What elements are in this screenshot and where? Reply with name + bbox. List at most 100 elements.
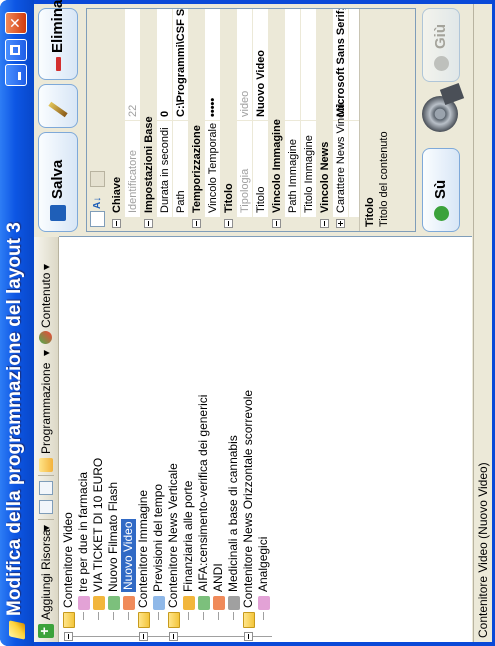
property-value[interactable]: C:\Programmi\CSF Si — [173, 8, 189, 117]
content-menu[interactable]: Contenuto — [38, 273, 54, 328]
content-item-icon — [228, 596, 240, 610]
property-pages-icon[interactable] — [90, 171, 105, 187]
tree-node-label: AIFA:censimento-verifica dei generici — [196, 394, 210, 592]
content-tree[interactable]: Contenitore Video tre per due in farmacia… — [59, 236, 472, 642]
content-item-icon — [183, 596, 195, 610]
alphabetical-view-icon[interactable]: A↓ — [90, 193, 105, 209]
tree-node-label: Previsioni del tempo — [151, 483, 165, 592]
tree-item-node[interactable]: ANDI — [211, 242, 226, 642]
add-icon[interactable] — [38, 624, 54, 638]
collapse-icon[interactable] — [320, 219, 329, 228]
property-category-label: Titolo — [223, 183, 235, 213]
tree-line — [83, 612, 84, 620]
collapse-icon[interactable] — [224, 219, 233, 228]
move-up-button[interactable]: Sù — [422, 148, 460, 232]
property-category[interactable]: Vincolo Immagine — [269, 9, 285, 231]
property-value[interactable]: 22 — [125, 105, 141, 117]
collapse-icon[interactable] — [169, 632, 178, 641]
property-value[interactable]: Microsoft Sans Serif; — [333, 8, 349, 117]
delete-button[interactable]: Elimina — [38, 0, 78, 80]
tree-item-node[interactable]: AIFA:censimento-verifica dei generici — [196, 242, 211, 642]
property-name: Titolo Immagine — [303, 135, 315, 213]
property-row[interactable]: Identificatore 22 — [125, 9, 141, 231]
tree-item-node[interactable]: Nuovo Filmato Flash — [106, 242, 121, 642]
categorized-view-icon[interactable] — [90, 211, 105, 227]
tree-line — [128, 612, 129, 620]
folder-icon — [63, 612, 75, 628]
property-category[interactable]: Vincolo News — [317, 9, 333, 231]
property-category[interactable]: Chiave — [109, 9, 125, 231]
property-row[interactable]: Durata in secondi 0 — [157, 9, 173, 231]
move-down-button[interactable]: Giù — [422, 8, 460, 82]
collapse-icon[interactable] — [244, 632, 253, 641]
maximize-button[interactable] — [5, 39, 27, 61]
property-row[interactable]: Carattere News Vincol Microsoft Sans Seri… — [333, 8, 349, 231]
tree-line — [98, 612, 99, 620]
add-resource-dropdown-icon[interactable]: ▾ — [38, 525, 54, 531]
tree-item-node[interactable]: Analgegici — [256, 242, 271, 642]
content-dropdown-icon[interactable]: ▾ — [38, 264, 54, 270]
description-title: Titolo — [364, 197, 376, 227]
save-button[interactable]: Salva — [38, 132, 78, 232]
property-grid[interactable]: A↓ Chiave Identificatore 22 Impostazioni Ba… — [86, 8, 416, 232]
title-bar[interactable]: Modifica della programmazione del layout… — [0, 0, 34, 646]
collapse-icon[interactable] — [272, 219, 281, 228]
tree-item-node[interactable]: Finanziaria alle porte — [181, 242, 196, 642]
property-row[interactable]: Tipologia video — [237, 9, 253, 231]
property-row[interactable]: Vincolo Temporale ••••• — [205, 9, 221, 231]
scheduling-menu[interactable]: Programmazione — [38, 363, 54, 454]
content-item-icon — [213, 596, 225, 610]
property-value[interactable]: ••••• — [205, 98, 221, 117]
collapse-icon[interactable] — [144, 219, 153, 228]
save-icon — [50, 205, 66, 221]
save-label: Salva — [49, 159, 66, 199]
status-text: Contenitore Video (Nuovo Video) — [476, 462, 490, 638]
tree-container-node[interactable]: Contenitore Video — [61, 242, 76, 642]
minimize-button[interactable] — [5, 64, 27, 86]
property-category-label: Chiave — [111, 176, 123, 213]
tree-item-node[interactable]: VIA TICKET DI 10 EURO — [91, 242, 106, 642]
tree-container-node[interactable]: Contenitore News Orizzontale scorrevole — [241, 242, 256, 642]
scheduling-icon — [39, 458, 53, 472]
property-category[interactable]: Titolo — [221, 9, 237, 231]
tree-node-label: Contenitore News Verticale — [166, 463, 180, 608]
tree-node-label: Medicinali a base di cannabis — [226, 435, 240, 592]
collapse-icon[interactable] — [64, 632, 73, 641]
property-row[interactable]: Path Immagine — [285, 9, 301, 231]
tree-item-node[interactable]: Medicinali a base di cannabis — [226, 242, 241, 642]
minus-icon — [56, 57, 61, 71]
collapse-icon[interactable] — [192, 219, 201, 228]
property-category[interactable]: Impostazioni Base — [141, 9, 157, 231]
collapse-icon[interactable] — [139, 632, 148, 641]
property-value[interactable]: video — [237, 91, 253, 117]
property-row[interactable]: Path C:\Programmi\CSF Si — [173, 8, 189, 231]
property-category[interactable]: Temporizzazione — [189, 9, 205, 231]
property-name: Tipologia — [239, 168, 251, 213]
tree-node-label: Nuovo Video — [121, 519, 136, 592]
tree-item-node[interactable]: Previsioni del tempo — [151, 242, 166, 642]
tree-item-node[interactable]: tre per due in farmacia — [76, 242, 91, 642]
tree-container-node[interactable]: Contenitore Immagine — [136, 242, 151, 642]
tree-line — [233, 612, 234, 620]
content-item-icon — [153, 596, 165, 610]
close-button[interactable]: ✕ — [5, 12, 27, 34]
tree-line — [113, 612, 114, 620]
tree-item-node[interactable]: Nuovo Video — [121, 242, 136, 642]
list-view-icon[interactable] — [39, 481, 53, 495]
app-window: Modifica della programmazione del layout… — [0, 0, 495, 646]
grid-view-icon[interactable] — [39, 500, 53, 514]
expand-icon[interactable] — [336, 219, 345, 228]
property-value[interactable]: Nuovo Video — [253, 50, 269, 117]
collapse-icon[interactable] — [112, 219, 121, 228]
property-row[interactable]: Titolo Immagine — [301, 9, 317, 231]
property-value[interactable]: 0 — [157, 111, 173, 117]
app-icon — [9, 620, 25, 640]
tree-line — [188, 612, 189, 620]
tree-container-node[interactable]: Contenitore News Verticale — [166, 242, 181, 642]
add-resource-button[interactable]: Aggiungi Risorsa — [38, 529, 54, 620]
delete-label: Elimina — [49, 0, 66, 53]
scheduling-dropdown-icon[interactable]: ▾ — [38, 350, 54, 356]
folder-icon — [243, 612, 255, 628]
edit-button[interactable] — [38, 84, 78, 128]
property-row[interactable]: Titolo Nuovo Video — [253, 9, 269, 231]
